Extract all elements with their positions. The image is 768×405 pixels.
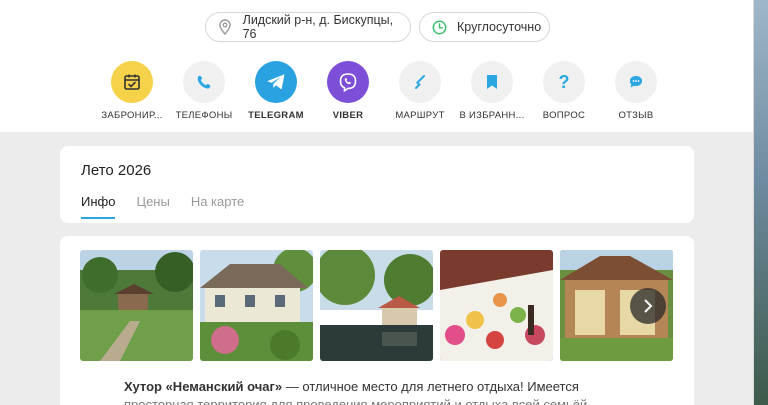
phones-label: ТЕЛЕФОНЫ [175, 110, 233, 121]
description-text: — отличное место для летнего отдыха! Име… [282, 379, 579, 394]
address-text: Лидский р-н, д. Бискупцы, 76 [242, 13, 394, 41]
question-icon: ? [558, 71, 570, 92]
phone-icon [197, 75, 211, 89]
gallery-photo[interactable] [320, 250, 433, 361]
favorite-label: В ИЗБРАНН... [459, 110, 525, 121]
route-icon [415, 75, 425, 89]
chat-bubble-icon [630, 76, 642, 88]
review-circle [615, 61, 657, 103]
description-line2: просторная территория для проведения мер… [124, 397, 588, 405]
clock-icon [432, 19, 447, 35]
viber-circle [327, 61, 369, 103]
top-panel: Лидский р-н, д. Бискупцы, 76 Круглосуточ… [0, 0, 754, 132]
telegram-circle [255, 61, 297, 103]
action-bar: ЗАБРОНИР... ТЕЛЕФОНЫ TELEGRAM VIBER МАРШ… [96, 61, 672, 121]
book-label: ЗАБРОНИР... [101, 110, 163, 121]
chevron-right-icon [644, 299, 653, 313]
question-button[interactable]: ? ВОПРОС [528, 61, 600, 121]
gallery-photo[interactable] [440, 250, 553, 361]
route-circle [399, 61, 441, 103]
route-button[interactable]: МАРШРУТ [384, 61, 456, 121]
hours-pill[interactable]: Круглосуточно [419, 12, 550, 42]
route-label: МАРШРУТ [395, 110, 445, 121]
info-card: Хутор «Неманский очаг» — отличное место … [60, 236, 694, 405]
address-pill[interactable]: Лидский р-н, д. Бискупцы, 76 [205, 12, 411, 42]
background-photo-edge [754, 0, 768, 405]
favorite-button[interactable]: В ИЗБРАНН... [456, 61, 528, 121]
tab-map[interactable]: На карте [191, 194, 244, 219]
photo-gallery [80, 250, 680, 361]
viber-label: VIBER [332, 110, 364, 121]
phones-button[interactable]: ТЕЛЕФОНЫ [168, 61, 240, 121]
tab-prices[interactable]: Цены [136, 194, 169, 219]
description-name: Хутор «Неманский очаг» [124, 379, 283, 394]
section-card: Лето 2026 Инфо Цены На карте [60, 146, 694, 223]
telegram-button[interactable]: TELEGRAM [240, 61, 312, 121]
tab-info[interactable]: Инфо [81, 194, 116, 219]
gallery-photo[interactable] [200, 250, 313, 361]
gallery-next-button[interactable] [630, 288, 666, 324]
section-title: Лето 2026 [81, 162, 152, 179]
favorite-circle [471, 61, 513, 103]
book-circle [111, 61, 153, 103]
review-button[interactable]: ОТЗЫВ [600, 61, 672, 121]
telegram-icon [267, 74, 285, 90]
hours-text: Круглосуточно [457, 20, 542, 34]
telegram-label: TELEGRAM [248, 110, 304, 121]
section-tabs: Инфо Цены На карте [81, 194, 265, 219]
bookmark-icon [487, 75, 497, 89]
location-pin-icon [218, 19, 233, 35]
book-button[interactable]: ЗАБРОНИР... [96, 61, 168, 121]
question-label: ВОПРОС [542, 110, 586, 121]
gallery-photo[interactable] [80, 250, 193, 361]
calendar-check-icon [124, 74, 140, 90]
viber-icon [339, 73, 357, 92]
question-circle: ? [543, 61, 585, 103]
description: Хутор «Неманский очаг» — отличное место … [124, 378, 644, 405]
phones-circle [183, 61, 225, 103]
viber-button[interactable]: VIBER [312, 61, 384, 121]
review-label: ОТЗЫВ [618, 110, 654, 121]
